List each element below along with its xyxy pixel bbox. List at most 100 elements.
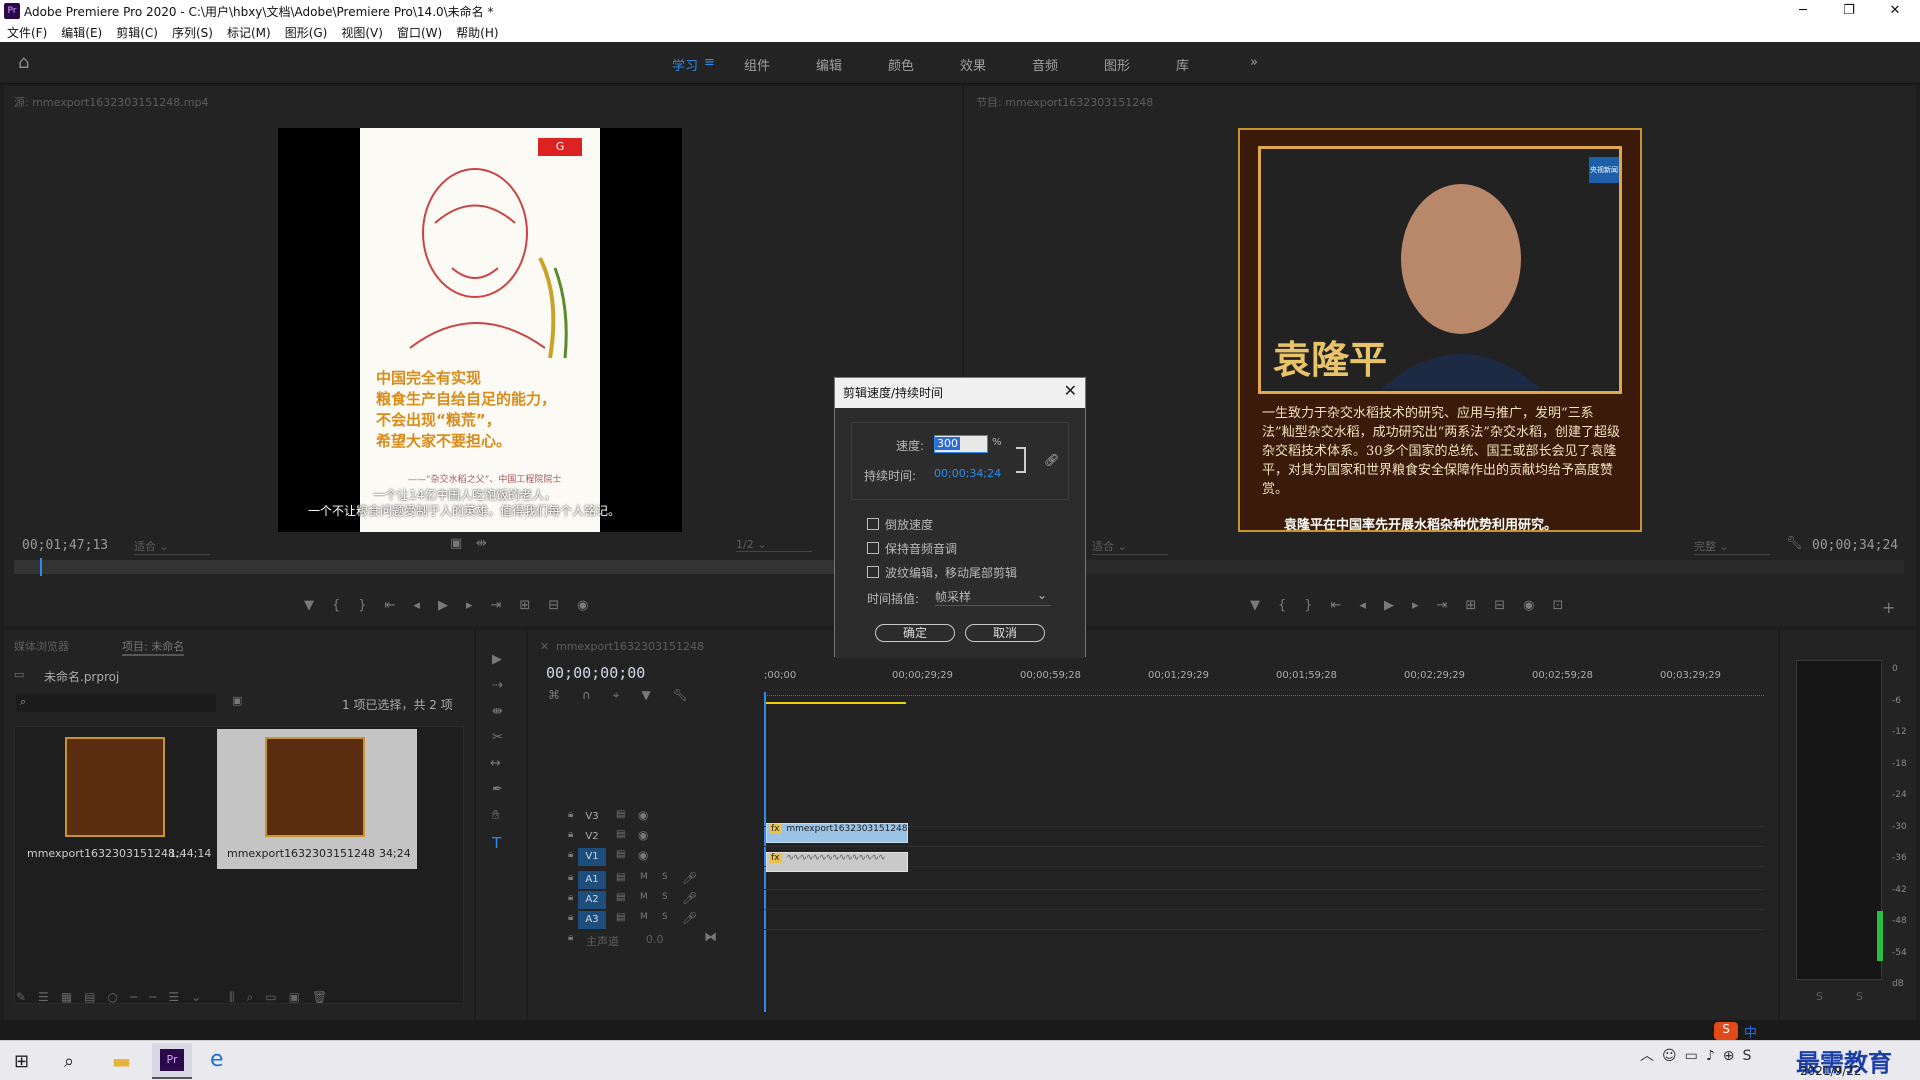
- timeline-ruler[interactable]: ;00;00 00;00;29;29 00;00;59;28 00;01;29;29 0…: [764, 670, 1764, 700]
- project-search-input[interactable]: ⌕: [16, 694, 216, 712]
- eye-icon[interactable]: ◉: [638, 828, 648, 842]
- file-explorer-icon[interactable]: ▬: [112, 1049, 131, 1073]
- add-button-icon[interactable]: +: [1882, 598, 1895, 617]
- more-workspaces-icon[interactable]: »: [1250, 55, 1258, 70]
- pen-tool-icon[interactable]: ✒: [492, 782, 503, 797]
- tab-project[interactable]: 项目: 未命名: [122, 638, 185, 656]
- lock-icon[interactable]: 🔒︎: [568, 932, 573, 943]
- track-target[interactable]: V1: [578, 848, 606, 866]
- source-video-frame[interactable]: G 中国完全有实现 粮食生产自给自足的能力， 不会出现“粮荒”， 希望大家不要担…: [278, 128, 682, 532]
- mic-icon[interactable]: 🎤︎: [682, 911, 697, 925]
- source-resolution-dropdown[interactable]: 1/2 ⌄: [736, 538, 812, 552]
- dialog-close-icon[interactable]: ✕: [1064, 381, 1077, 400]
- eye-icon[interactable]: ◉: [638, 808, 648, 822]
- program-quality-dropdown[interactable]: 完整 ⌄: [1694, 538, 1770, 555]
- mute-icon[interactable]: M: [640, 912, 648, 922]
- windows-start-icon[interactable]: ⊞: [14, 1051, 29, 1072]
- timeline-close-icon[interactable]: ✕: [540, 640, 549, 653]
- close-window-icon[interactable]: ✕: [1872, 0, 1918, 22]
- mic-icon[interactable]: 🎤︎: [682, 871, 697, 885]
- workspace-audio[interactable]: 音频: [1032, 55, 1058, 74]
- lock-icon[interactable]: 🔒︎: [568, 849, 573, 860]
- program-fit-dropdown[interactable]: 适合 ⌄: [1092, 538, 1168, 555]
- selection-tool-icon[interactable]: ▶: [492, 652, 502, 667]
- hand-tool-icon[interactable]: ✋︎: [492, 808, 499, 823]
- master-value[interactable]: 0.0: [646, 933, 664, 946]
- workspace-color[interactable]: 颜色: [888, 55, 914, 74]
- mute-icon[interactable]: M: [640, 872, 648, 882]
- sync-lock-icon[interactable]: ▤: [616, 829, 625, 840]
- program-transport-controls[interactable]: ▼{}⇤◂▶▸⇥⊞⊟◉⊡: [1250, 598, 1581, 613]
- restore-icon[interactable]: ❐: [1826, 0, 1872, 22]
- project-item-1[interactable]: mmexport1632303151248... 1;44;14: [17, 729, 213, 869]
- lock-icon[interactable]: 🔒︎: [568, 809, 573, 820]
- workspace-menu-icon[interactable]: ≡: [704, 55, 715, 70]
- insert-icon[interactable]: ⇹: [476, 536, 487, 551]
- cancel-button[interactable]: 取消: [965, 624, 1045, 642]
- timeline-timecode[interactable]: 00;00;00;00: [546, 664, 645, 682]
- eye-icon[interactable]: ◉: [638, 848, 648, 862]
- track-target[interactable]: V2: [578, 828, 606, 846]
- ripple-edit-tool-icon[interactable]: ⇼: [492, 704, 503, 719]
- video-clip[interactable]: fx mmexport1632303151248.: [766, 823, 908, 843]
- menu-help[interactable]: 帮助(H): [449, 22, 505, 41]
- source-header[interactable]: 源: mmexport1632303151248.mp4: [14, 94, 208, 110]
- lock-icon[interactable]: 🔒︎: [568, 912, 573, 923]
- sync-lock-icon[interactable]: ▤: [616, 892, 625, 903]
- sogou-ime-icon[interactable]: S: [1714, 1022, 1738, 1040]
- program-timecode[interactable]: 00;00;34;24: [1812, 538, 1898, 553]
- menu-view[interactable]: 视图(V): [334, 22, 390, 41]
- bin-icon[interactable]: ▣: [232, 694, 242, 707]
- interpolation-dropdown[interactable]: 帧采样 ⌄: [935, 588, 1051, 606]
- slip-tool-icon[interactable]: ↔: [490, 756, 501, 771]
- lock-icon[interactable]: 🔒︎: [568, 892, 573, 903]
- maintain-pitch-checkbox[interactable]: [867, 542, 879, 554]
- reverse-speed-checkbox[interactable]: [867, 518, 879, 530]
- mic-icon[interactable]: 🎤︎: [682, 891, 697, 905]
- menu-clip[interactable]: 剪辑(C): [109, 22, 165, 41]
- wrench-icon[interactable]: 🔧︎: [1786, 536, 1803, 551]
- home-icon[interactable]: ⌂: [18, 52, 29, 73]
- ripple-edit-checkbox[interactable]: [867, 566, 879, 578]
- audio-clip[interactable]: fx ∿∿∿∿∿∿∿∿∿∿∿∿∿∿∿: [766, 852, 908, 872]
- track-target[interactable]: A1: [578, 871, 606, 889]
- ok-button[interactable]: 确定: [875, 624, 955, 642]
- taskbar-date[interactable]: 2021/9/22: [1800, 1064, 1862, 1078]
- program-time-ruler[interactable]: [1084, 560, 1904, 574]
- track-target[interactable]: A3: [578, 911, 606, 929]
- track-select-tool-icon[interactable]: ⇢: [492, 678, 503, 693]
- speed-input[interactable]: 300: [934, 435, 988, 453]
- workspace-libraries[interactable]: 库: [1176, 55, 1189, 74]
- source-fit-dropdown[interactable]: 适合 ⌄: [134, 538, 210, 555]
- tab-media-browser[interactable]: 媒体浏览器: [14, 638, 69, 654]
- razor-tool-icon[interactable]: ✂: [492, 730, 503, 745]
- timeline-toolbar[interactable]: ⌘∩⌖▼🔧︎: [548, 688, 710, 703]
- source-time-ruler[interactable]: [14, 560, 844, 574]
- sync-lock-icon[interactable]: ▤: [616, 809, 625, 820]
- track-target[interactable]: V3: [578, 808, 606, 826]
- edge-browser-icon[interactable]: e: [210, 1047, 224, 1072]
- mute-icon[interactable]: M: [640, 892, 648, 902]
- premiere-taskbar-item[interactable]: Pr: [152, 1043, 192, 1079]
- workspace-editing[interactable]: 编辑: [816, 55, 842, 74]
- menu-window[interactable]: 窗口(W): [390, 22, 449, 41]
- menu-graphics[interactable]: 图形(G): [278, 22, 335, 41]
- solo-icon[interactable]: S: [662, 872, 668, 882]
- solo-icon[interactable]: S: [662, 892, 668, 902]
- duration-value[interactable]: 00;00;34;24: [934, 467, 1001, 480]
- work-area-bar[interactable]: [766, 702, 906, 704]
- type-tool-icon[interactable]: T: [492, 834, 501, 852]
- solo-left[interactable]: S: [1816, 990, 1823, 1003]
- source-timecode[interactable]: 00;01;47;13: [22, 538, 108, 553]
- minimize-icon[interactable]: ─: [1780, 0, 1826, 22]
- menu-sequence[interactable]: 序列(S): [165, 22, 220, 41]
- program-header[interactable]: 节目: mmexport1632303151248: [976, 94, 1153, 110]
- project-item-2-selected[interactable]: mmexport1632303151248 34;24: [217, 729, 417, 869]
- workspace-learning[interactable]: 学习: [672, 55, 698, 74]
- timeline-tab[interactable]: mmexport1632303151248: [556, 640, 704, 653]
- workspace-graphics[interactable]: 图形: [1104, 55, 1130, 74]
- settings-icon[interactable]: ▣: [450, 536, 462, 551]
- source-playhead[interactable]: [40, 558, 42, 576]
- sync-lock-icon[interactable]: ▤: [616, 849, 625, 860]
- menu-edit[interactable]: 编辑(E): [54, 22, 109, 41]
